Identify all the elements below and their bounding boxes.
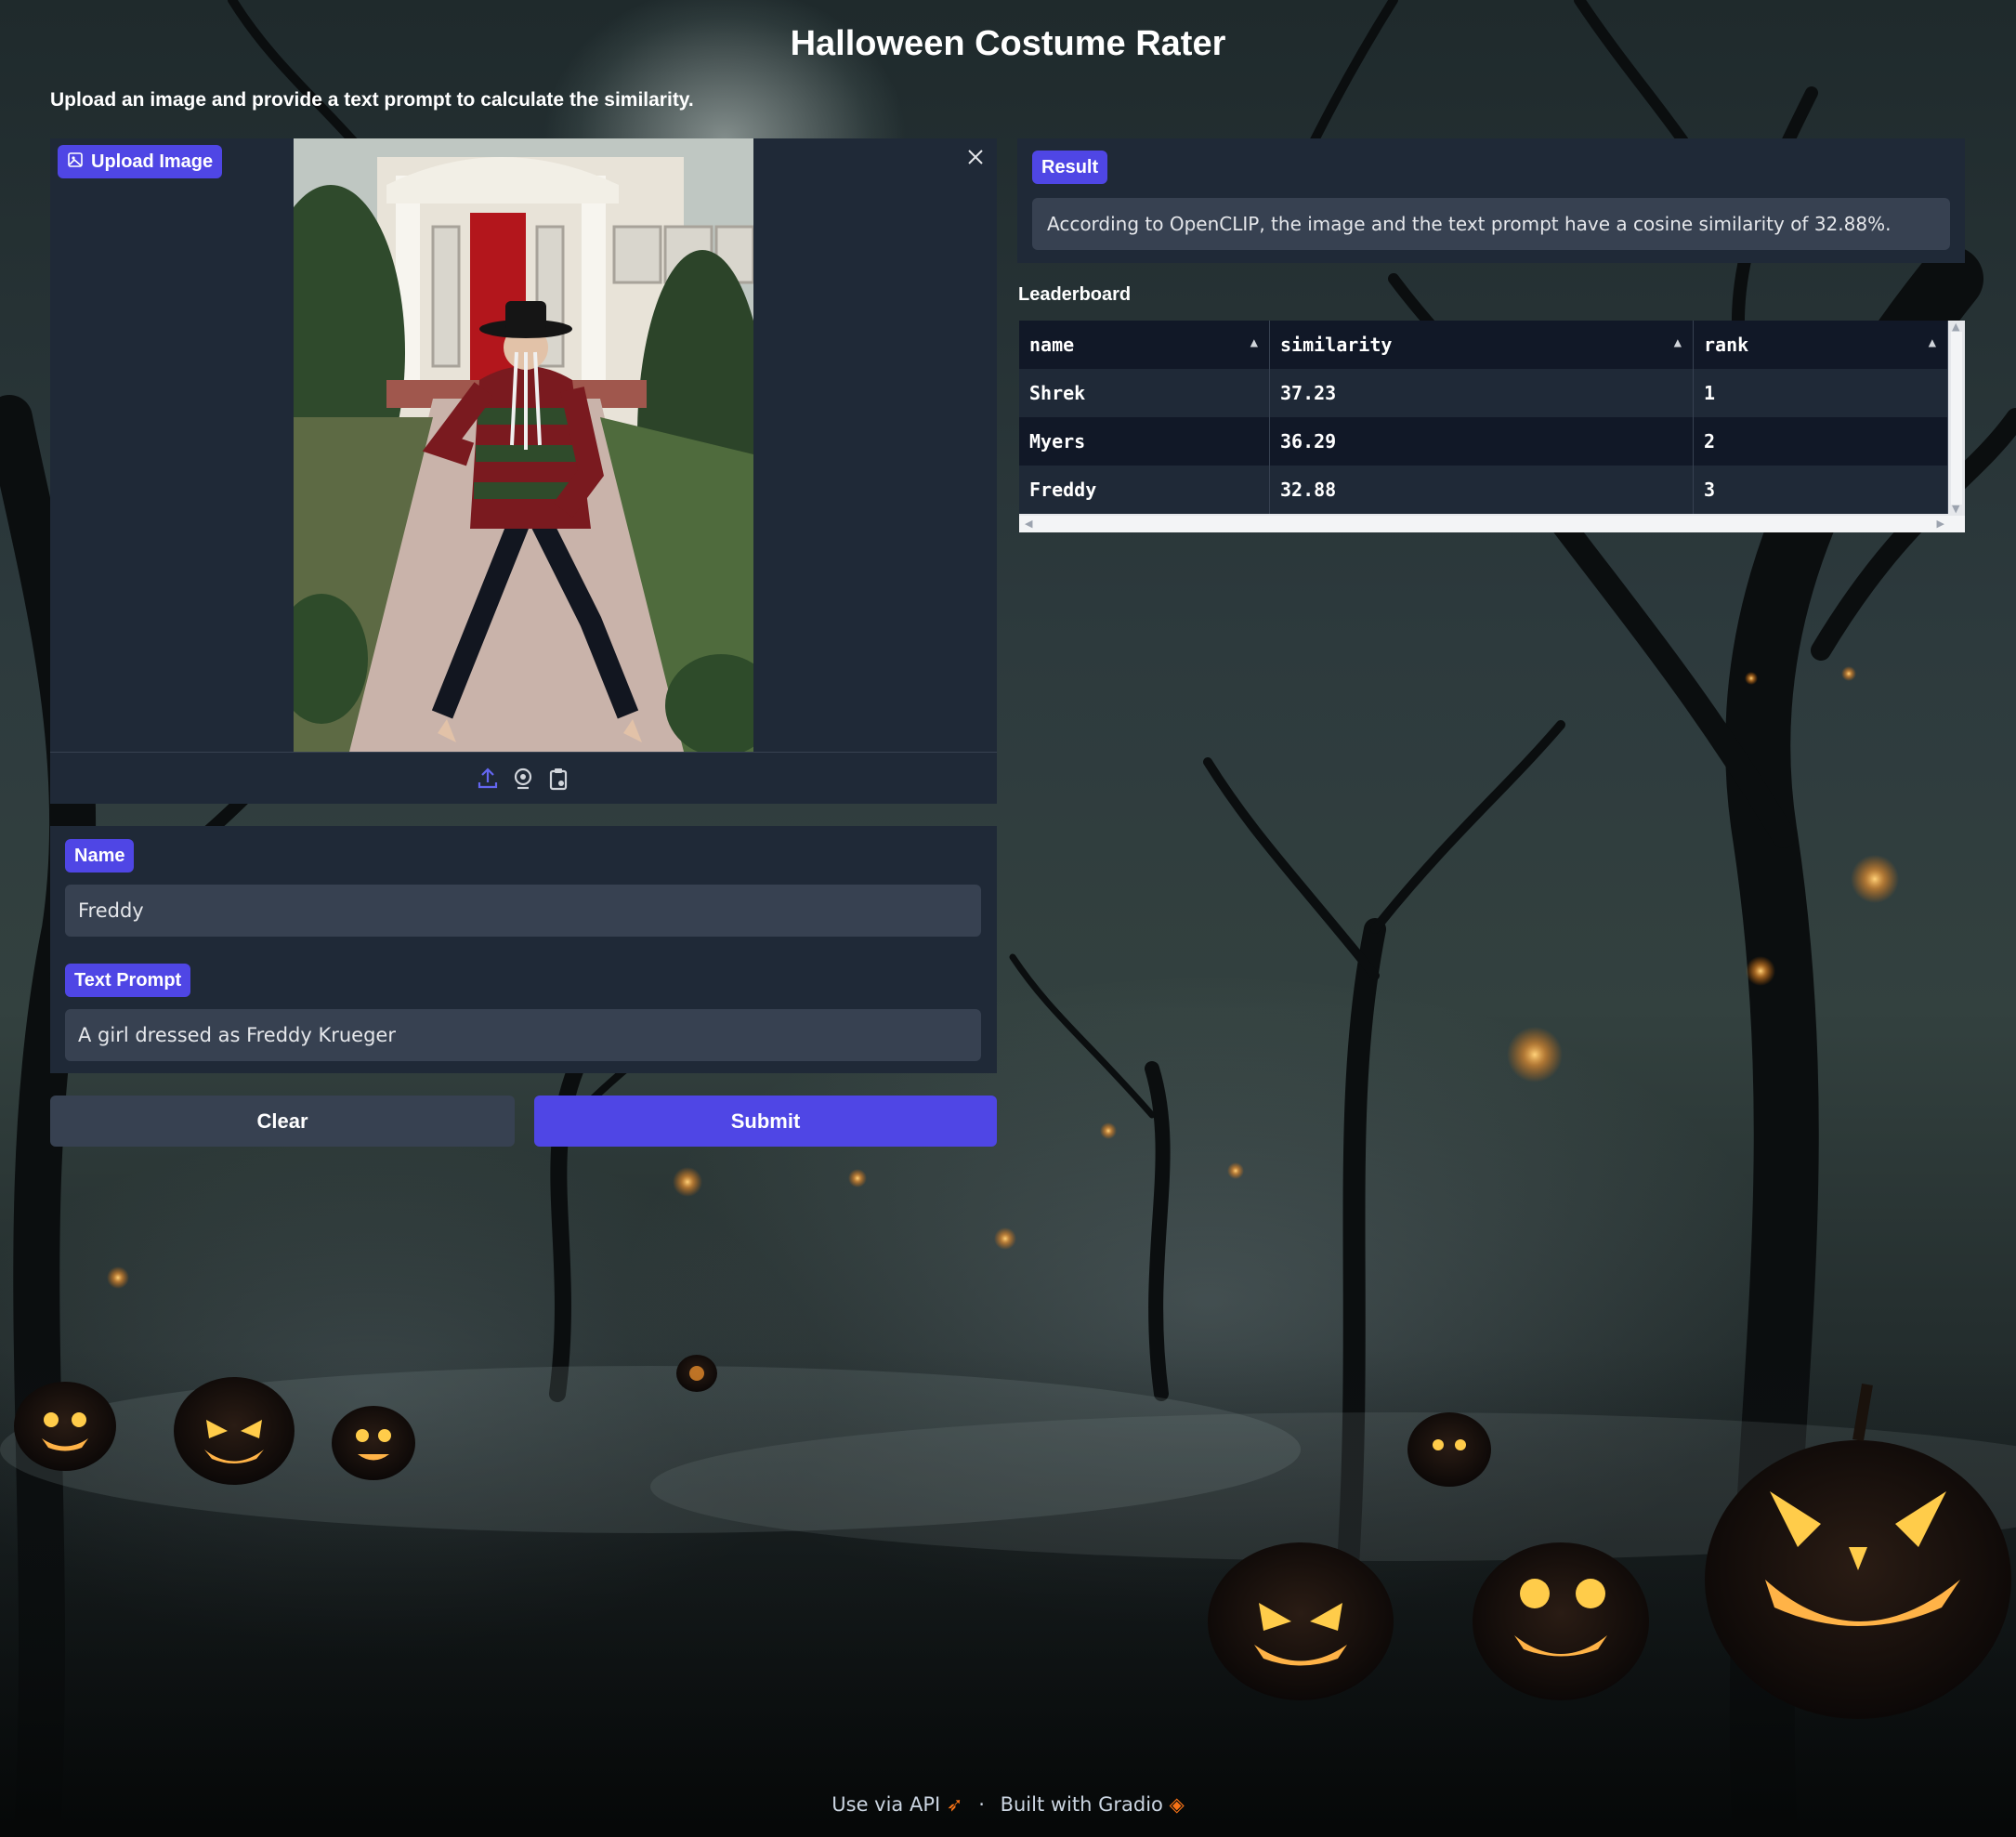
leaderboard-label: Leaderboard: [1018, 284, 1132, 305]
column-header-rank[interactable]: rank ▲: [1693, 321, 1948, 369]
horizontal-scrollbar[interactable]: ◀ ▶: [1019, 516, 1965, 532]
text-inputs-panel: Name Freddy Text Prompt A girl dressed a…: [50, 826, 997, 1073]
table-cell[interactable]: 36.29: [1269, 417, 1694, 466]
name-input[interactable]: Freddy: [65, 885, 981, 937]
leaderboard-table: name ▲ similarity ▲ rank ▲ Shrek 37.23 1 My…: [1019, 321, 1965, 532]
built-with-gradio-link[interactable]: Built with Gradio: [1001, 1793, 1163, 1816]
table-row: Freddy 32.88 3: [1019, 466, 1948, 514]
upload-image-label: Upload Image: [58, 145, 223, 179]
clear-button[interactable]: Clear: [50, 1096, 515, 1147]
page-title: Halloween Costume Rater: [790, 24, 1226, 63]
submit-button[interactable]: Submit: [534, 1096, 997, 1147]
table-cell[interactable]: 37.23: [1269, 369, 1694, 417]
page-description: Upload an image and provide a text promp…: [50, 89, 694, 111]
result-panel: Result According to OpenCLIP, the image …: [1017, 138, 1965, 263]
image-upload-panel[interactable]: Upload Image: [50, 138, 997, 804]
upload-image-label-text: Upload Image: [91, 151, 214, 172]
result-output: According to OpenCLIP, the image and the…: [1032, 198, 1950, 250]
use-via-api-link[interactable]: Use via API: [831, 1793, 940, 1816]
table-cell[interactable]: Shrek: [1019, 369, 1270, 417]
footer-separator: ·: [978, 1793, 985, 1816]
uploaded-costume-photo: [294, 138, 753, 752]
scroll-up-icon[interactable]: ▲: [1952, 321, 1959, 333]
sort-icon[interactable]: ▲: [1674, 335, 1682, 350]
table-cell[interactable]: 32.88: [1269, 466, 1694, 514]
sort-icon[interactable]: ▲: [1929, 335, 1936, 350]
column-header-name[interactable]: name ▲: [1019, 321, 1270, 369]
image-icon: [67, 146, 84, 179]
gradio-logo-icon: ◈: [1169, 1793, 1185, 1816]
table-cell[interactable]: 3: [1693, 466, 1948, 514]
rocket-icon: ➶: [946, 1793, 963, 1816]
name-label: Name: [65, 839, 135, 873]
clipboard-icon[interactable]: [545, 766, 571, 792]
footer: Use via API ➶ · Built with Gradio ◈: [0, 1793, 2016, 1816]
scroll-left-icon[interactable]: ◀: [1025, 518, 1032, 530]
table-row: Shrek 37.23 1: [1019, 369, 1948, 417]
close-icon[interactable]: [963, 146, 988, 170]
vertical-scrollbar[interactable]: ▲ ▼: [1948, 321, 1965, 516]
text-prompt-label: Text Prompt: [65, 964, 191, 997]
scroll-right-icon[interactable]: ▶: [1937, 518, 1944, 530]
table-cell[interactable]: Freddy: [1019, 466, 1270, 514]
table-cell[interactable]: 2: [1693, 417, 1948, 466]
table-cell[interactable]: 1: [1693, 369, 1948, 417]
table-cell[interactable]: Myers: [1019, 417, 1270, 466]
scrollbar-thumb[interactable]: [1951, 332, 1962, 505]
column-header-similarity[interactable]: similarity ▲: [1269, 321, 1694, 369]
image-source-toolbar: [50, 752, 997, 805]
text-prompt-input[interactable]: A girl dressed as Freddy Krueger: [65, 1009, 981, 1061]
sort-icon[interactable]: ▲: [1250, 335, 1258, 350]
result-label: Result: [1032, 151, 1108, 184]
scroll-down-icon[interactable]: ▼: [1952, 503, 1959, 515]
webcam-icon[interactable]: [510, 766, 536, 792]
table-row: Myers 36.29 2: [1019, 417, 1948, 466]
upload-icon[interactable]: [475, 766, 501, 792]
